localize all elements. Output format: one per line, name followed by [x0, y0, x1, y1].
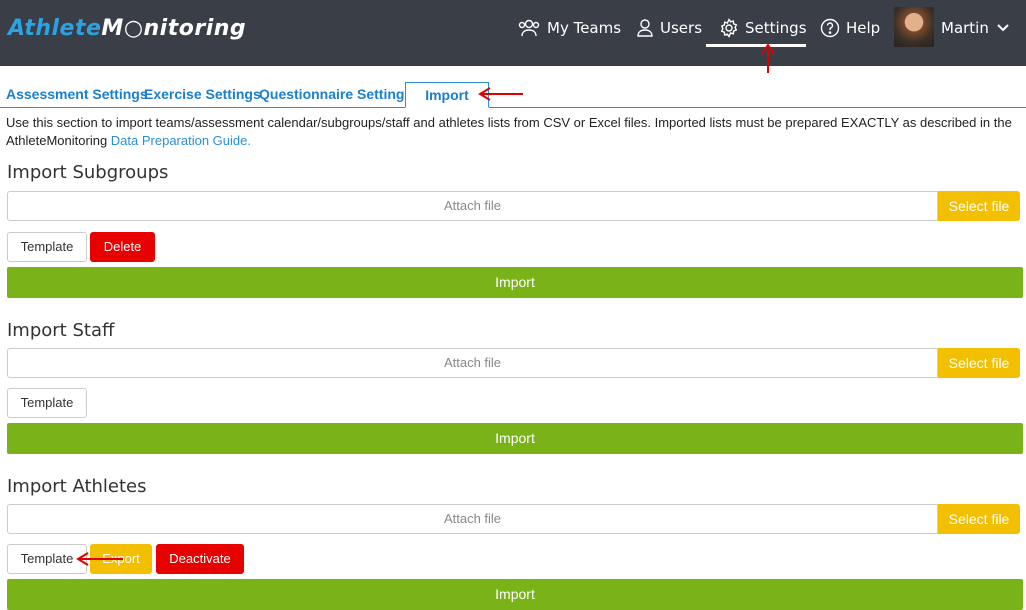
nav-users[interactable]: Users: [636, 16, 702, 40]
athletes-import-button[interactable]: Import: [7, 579, 1023, 610]
staff-attach-file-input[interactable]: Attach file: [7, 348, 938, 378]
staff-template-button[interactable]: Template: [7, 388, 87, 418]
nav-help[interactable]: Help: [820, 16, 880, 40]
group-icon: [518, 19, 540, 37]
athletes-deactivate-button[interactable]: Deactivate: [156, 544, 244, 574]
annotation-arrow-left-icon: [478, 87, 523, 101]
tab-questionnaire-settings[interactable]: Questionnaire Settings: [259, 86, 412, 102]
tab-exercise-settings[interactable]: Exercise Settings: [144, 86, 261, 102]
user-menu[interactable]: Martin: [941, 16, 1009, 40]
subgroups-import-button[interactable]: Import: [7, 267, 1023, 298]
annotation-arrow-up-icon: [761, 44, 775, 73]
section-title-subgroups: Import Subgroups: [7, 162, 169, 183]
annotation-arrow-left-icon: [76, 552, 123, 566]
logo-o-icon: ○: [123, 16, 144, 41]
chevron-down-icon: [997, 24, 1009, 32]
logo-text-m: M: [101, 16, 124, 41]
nav-my-teams[interactable]: My Teams: [517, 16, 621, 40]
subgroups-select-file-button[interactable]: Select file: [938, 191, 1020, 221]
staff-import-button[interactable]: Import: [7, 423, 1023, 454]
tab-assessment-settings[interactable]: Assessment Settings: [6, 86, 148, 102]
athletes-template-button[interactable]: Template: [7, 544, 87, 574]
app-logo[interactable]: AthleteM○nitoring: [8, 16, 246, 41]
active-nav-underline: [706, 44, 806, 47]
nav-my-teams-label: My Teams: [547, 19, 622, 37]
tabs-divider: [0, 107, 1026, 108]
nav-help-label: Help: [846, 19, 881, 37]
athletes-attach-file-input[interactable]: Attach file: [7, 504, 938, 534]
user-icon: [637, 19, 653, 37]
avatar[interactable]: [894, 7, 934, 47]
top-navigation-bar: AthleteM○nitoring My Teams Users Setting…: [0, 0, 1026, 66]
user-name: Martin: [941, 19, 989, 37]
tab-import[interactable]: Import: [405, 82, 489, 108]
logo-text-nitoring: nitoring: [143, 16, 247, 41]
subgroups-template-button[interactable]: Template: [7, 232, 87, 262]
nav-settings-label: Settings: [745, 19, 807, 37]
subgroups-attach-file-input[interactable]: Attach file: [7, 191, 938, 221]
staff-select-file-button[interactable]: Select file: [938, 348, 1020, 378]
section-title-staff: Import Staff: [7, 320, 115, 341]
gear-icon: [720, 18, 738, 38]
nav-users-label: Users: [660, 19, 703, 37]
athletes-select-file-button[interactable]: Select file: [938, 504, 1020, 534]
question-circle-icon: [820, 18, 840, 38]
nav-settings[interactable]: Settings: [719, 16, 807, 40]
section-title-athletes: Import Athletes: [7, 476, 147, 497]
subgroups-delete-button[interactable]: Delete: [90, 232, 155, 262]
data-preparation-guide-link[interactable]: Data Preparation Guide.: [111, 133, 251, 148]
intro-text: Use this section to import teams/assessm…: [6, 114, 1020, 150]
logo-text-athlete: Athlete: [8, 16, 102, 41]
